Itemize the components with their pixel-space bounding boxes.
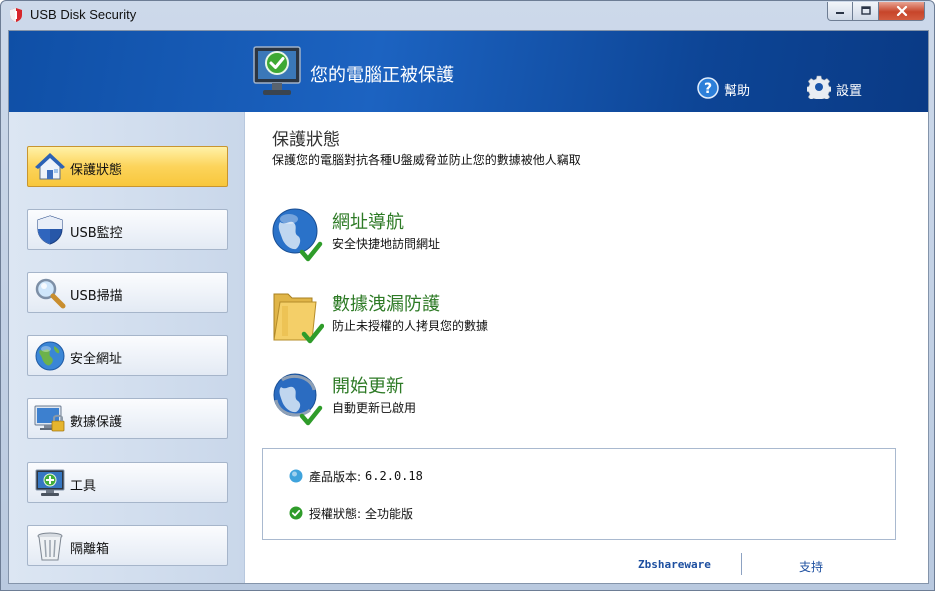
sidebar-item-label: 數據保護 [70, 415, 123, 430]
sidebar-item-label: 保護狀態 [70, 163, 123, 178]
close-icon [879, 2, 924, 20]
license-value: 全功能版 [365, 506, 414, 521]
feature-description: 自動更新已啟用 [332, 401, 417, 415]
section-title: 保護狀態 [272, 130, 340, 150]
close-button[interactable] [879, 2, 925, 21]
maximize-button[interactable] [853, 2, 879, 21]
zbshareware-link[interactable]: Zbshareware [638, 558, 711, 571]
minimize-icon [828, 2, 852, 20]
feature-description: 防止未授權的人拷貝您的數據 [332, 319, 489, 333]
feature-start-update: 開始更新 自動更新已啟用 [272, 370, 692, 432]
section-description: 保護您的電腦對抗各種U盤威脅並防止您的數據被他人竊取 [272, 153, 581, 167]
version-row: 產品版本: 6.2.0.18 [289, 467, 423, 485]
feature-url-navigation: 網址導航 安全快捷地訪問網址 [272, 206, 692, 268]
magnifier-icon [35, 278, 66, 309]
version-value: 6.2.0.18 [365, 469, 423, 483]
window-title: USB Disk Security [30, 7, 137, 22]
minimize-button[interactable] [827, 2, 853, 21]
protection-status-headline: 您的電腦正被保護 [310, 65, 454, 86]
sidebar-item-safe-urls[interactable]: 安全網址 [27, 335, 228, 376]
house-icon [35, 153, 65, 180]
sidebar-item-label: USB監控 [70, 226, 123, 241]
help-link[interactable]: 幫助 [724, 80, 750, 99]
support-link[interactable]: 支持 [799, 558, 823, 575]
main-panel: 保護狀態 保護您的電腦對抗各種U盤威脅並防止您的數據被他人竊取 網址導航 安全快… [246, 112, 928, 583]
client-area: 您的電腦正被保護 ? 幫助 設置 保護狀態 USB監控 USB掃描 安全網址 數… [8, 30, 929, 584]
app-shield-icon [10, 8, 22, 22]
version-label: 產品版本: [309, 469, 362, 484]
license-label: 授權狀態: [309, 506, 362, 521]
folder-check-icon [273, 293, 324, 344]
maximize-icon [853, 2, 878, 20]
feature-description: 安全快捷地訪問網址 [332, 237, 441, 251]
monitor-check-icon [253, 46, 301, 95]
sidebar: 保護狀態 USB監控 USB掃描 安全網址 數據保護 工具 隔離箱 [9, 112, 245, 583]
blue-dot-icon [289, 469, 303, 483]
help-icon[interactable]: ? [697, 77, 719, 99]
sidebar-item-data-protection[interactable]: 數據保護 [27, 398, 228, 439]
check-circle-icon [289, 506, 303, 520]
svg-text:?: ? [704, 81, 712, 97]
feature-data-leak-protection: 數據洩漏防護 防止未授權的人拷貝您的數據 [272, 288, 692, 350]
sidebar-item-label: USB掃描 [70, 289, 123, 304]
gear-icon[interactable] [807, 75, 831, 99]
shield-icon [37, 215, 63, 245]
sidebar-item-protection-status[interactable]: 保護狀態 [27, 146, 228, 187]
sidebar-item-label: 安全網址 [70, 352, 123, 367]
trash-bin-icon [37, 532, 63, 561]
sidebar-item-usb-scan[interactable]: USB掃描 [27, 272, 228, 313]
sidebar-item-usb-monitor[interactable]: USB監控 [27, 209, 228, 250]
sidebar-item-tools[interactable]: 工具 [27, 462, 228, 503]
globe-icon [35, 341, 65, 371]
product-info-box: 產品版本: 6.2.0.18 授權狀態: 全功能版 [262, 448, 896, 540]
monitor-tool-icon [35, 469, 65, 496]
settings-link[interactable]: 設置 [836, 80, 862, 99]
feature-title[interactable]: 網址導航 [332, 208, 404, 234]
title-bar[interactable]: USB Disk Security [1, 1, 934, 29]
sidebar-item-label: 隔離箱 [70, 542, 110, 557]
header-banner: 您的電腦正被保護 ? 幫助 設置 [9, 31, 928, 112]
globe-check-icon [272, 208, 323, 262]
app-window: USB Disk Security 您的電腦正被保護 ? 幫助 設置 保護狀態 … [0, 0, 935, 591]
feature-title[interactable]: 開始更新 [332, 372, 404, 398]
license-row: 授權狀態: 全功能版 [289, 504, 413, 522]
feature-title[interactable]: 數據洩漏防護 [332, 290, 440, 316]
sidebar-item-label: 工具 [70, 479, 97, 494]
monitor-lock-icon [34, 405, 65, 432]
footer-divider [741, 553, 742, 575]
sidebar-item-quarantine[interactable]: 隔離箱 [27, 525, 228, 566]
globe-update-check-icon [273, 373, 323, 426]
